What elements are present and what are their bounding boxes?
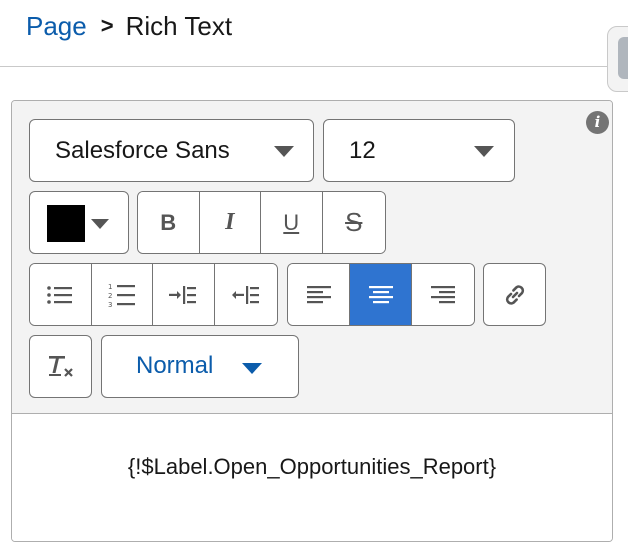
text-color-picker[interactable] (29, 191, 129, 254)
align-center-button[interactable] (350, 264, 412, 325)
rich-text-editor: i Salesforce Sans 12 B I U S 1 2 3 Norma… (11, 100, 613, 542)
align-right-icon (431, 285, 455, 303)
alignment-group (287, 263, 475, 326)
chevron-down-icon (474, 146, 494, 157)
breadcrumb-separator: > (100, 13, 114, 38)
indent-button[interactable] (153, 264, 215, 325)
svg-text:3: 3 (108, 301, 112, 308)
align-center-icon (368, 285, 393, 303)
panel-toggle-grip (618, 37, 628, 79)
strikethrough-button[interactable]: S (322, 192, 385, 253)
bold-button[interactable]: B (138, 192, 200, 253)
paragraph-style-select[interactable]: Normal (101, 335, 299, 398)
text-format-group: B I U S (137, 191, 386, 254)
breadcrumb-current: Rich Text (125, 11, 233, 41)
italic-button[interactable]: I (199, 192, 261, 253)
svg-text:2: 2 (108, 292, 112, 300)
clear-formatting-icon (48, 355, 73, 377)
breadcrumb: Page > Rich Text (26, 10, 232, 42)
italic-icon: I (225, 209, 235, 235)
chevron-down-icon (91, 219, 109, 229)
indent-icon (169, 285, 197, 304)
font-family-select[interactable]: Salesforce Sans (29, 119, 314, 182)
align-left-icon (306, 285, 331, 303)
breadcrumb-page-link[interactable]: Page (26, 10, 87, 42)
list-indent-group: 123 (29, 263, 278, 326)
underline-icon: U (283, 209, 300, 235)
color-swatch (47, 205, 85, 242)
underline-button[interactable]: U (261, 192, 323, 253)
outdent-button[interactable] (214, 264, 277, 325)
divider (0, 66, 628, 67)
numbered-list-icon: 123 (108, 283, 135, 308)
outdent-icon (231, 285, 259, 304)
align-left-button[interactable] (288, 264, 350, 325)
svg-text:1: 1 (108, 283, 112, 291)
info-icon[interactable]: i (586, 111, 609, 134)
font-size-select[interactable]: 12 (323, 119, 515, 182)
bulleted-list-button[interactable] (30, 264, 92, 325)
align-right-button[interactable] (412, 264, 474, 325)
font-family-value: Salesforce Sans (55, 136, 230, 164)
strikethrough-icon: S (345, 207, 363, 237)
bold-icon: B (160, 209, 177, 235)
chevron-down-icon (242, 363, 262, 374)
numbered-list-button[interactable]: 123 (91, 264, 153, 325)
panel-toggle-handle[interactable] (607, 26, 628, 92)
paragraph-style-value: Normal (136, 352, 214, 379)
editor-content-text: {!$Label.Open_Opportunities_Report} (127, 454, 497, 479)
bulleted-list-icon (47, 285, 73, 304)
chevron-down-icon (274, 146, 294, 157)
link-icon (505, 284, 524, 305)
insert-link-button[interactable] (483, 263, 546, 326)
editor-toolbar: i Salesforce Sans 12 B I U S 1 2 3 Norma… (12, 101, 612, 414)
clear-formatting-button[interactable] (29, 335, 92, 398)
font-size-value: 12 (349, 136, 376, 164)
